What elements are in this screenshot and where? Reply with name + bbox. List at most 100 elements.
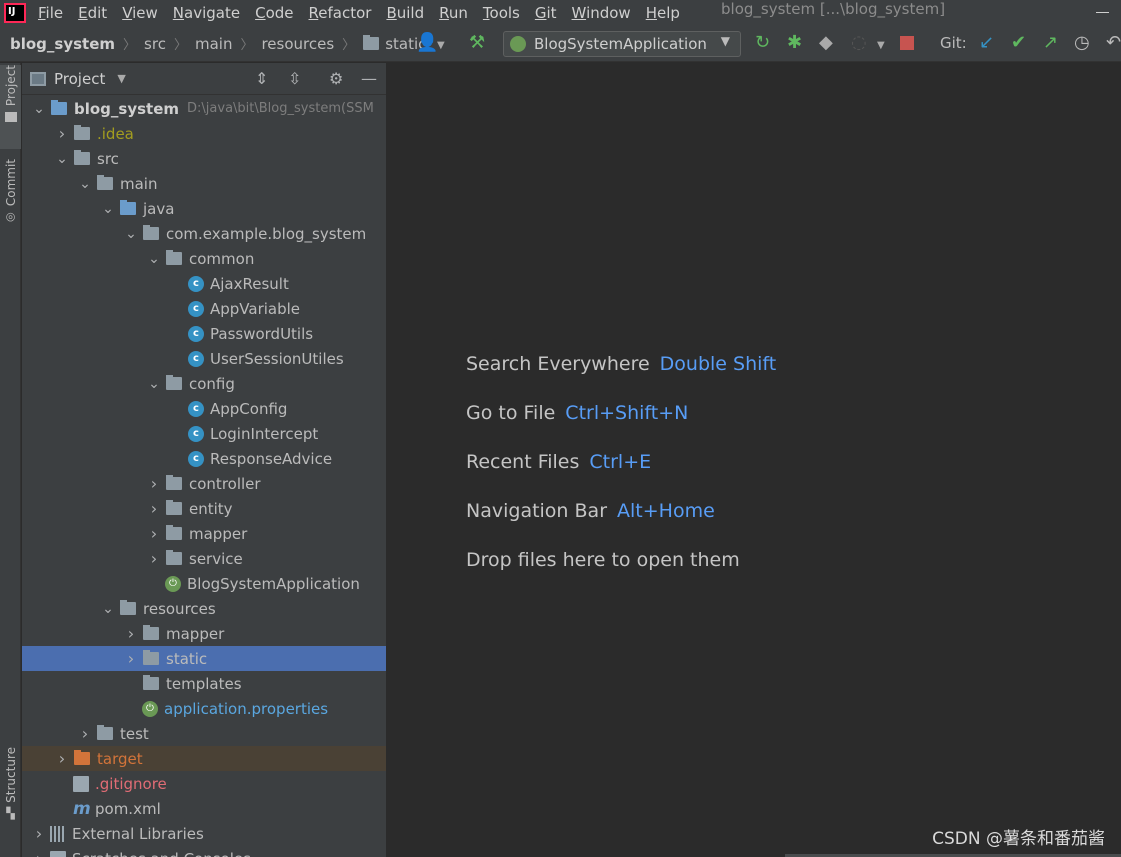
coverage-shield-icon[interactable]: ◆ bbox=[819, 33, 833, 53]
tree-node[interactable]: c AjaxResult bbox=[22, 271, 386, 296]
tool-tab-structure-label: Structure bbox=[3, 747, 18, 803]
menu-item-build[interactable]: Build bbox=[386, 4, 424, 22]
tree-node[interactable]: ⌄ blog_system D:\java\bit\Blog_system(SSM bbox=[22, 96, 386, 121]
git-commit-icon[interactable]: ✔ bbox=[1011, 33, 1026, 53]
gear-icon[interactable]: ⚙ bbox=[329, 69, 343, 88]
stop-icon[interactable] bbox=[900, 36, 914, 50]
menu-item-view[interactable]: View bbox=[122, 4, 158, 22]
menu-item-code[interactable]: Code bbox=[255, 4, 293, 22]
chevron-down-icon[interactable]: ⌄ bbox=[101, 602, 115, 616]
chevron-right-icon[interactable]: › bbox=[78, 724, 92, 743]
tree-node[interactable]: › mapper bbox=[22, 521, 386, 546]
chevron-down-icon[interactable]: ⌄ bbox=[78, 177, 92, 191]
tree-node[interactable]: › target bbox=[22, 746, 386, 771]
expand-all-icon[interactable]: ⇕ bbox=[255, 69, 268, 88]
hide-panel-icon[interactable]: — bbox=[361, 69, 377, 88]
debug-bug-icon[interactable]: ✱ bbox=[787, 33, 802, 53]
library-icon bbox=[50, 825, 66, 842]
breadcrumb-main[interactable]: main bbox=[195, 35, 232, 53]
tree-node[interactable]: ⏻ BlogSystemApplication bbox=[22, 571, 386, 596]
chevron-right-icon[interactable]: › bbox=[147, 474, 161, 493]
menu-item-navigate[interactable]: Navigate bbox=[173, 4, 240, 22]
chevron-right-icon[interactable]: › bbox=[124, 624, 138, 643]
tree-node[interactable]: c LoginIntercept bbox=[22, 421, 386, 446]
tree-node[interactable]: templates bbox=[22, 671, 386, 696]
tree-node[interactable]: c AppConfig bbox=[22, 396, 386, 421]
tree-node[interactable]: › entity bbox=[22, 496, 386, 521]
menu-item-window[interactable]: Window bbox=[572, 4, 631, 22]
project-view-selector[interactable]: Project ▼ bbox=[30, 70, 126, 88]
menu-item-tools[interactable]: Tools bbox=[483, 4, 520, 22]
menu-item-help[interactable]: Help bbox=[646, 4, 680, 22]
tree-node[interactable]: ⌄ main bbox=[22, 171, 386, 196]
breadcrumb-resources[interactable]: resources bbox=[261, 35, 334, 53]
tree-node[interactable]: › static bbox=[22, 646, 386, 671]
tree-node[interactable]: › service bbox=[22, 546, 386, 571]
tree-node[interactable]: c AppVariable bbox=[22, 296, 386, 321]
tree-node[interactable]: ⌄ config bbox=[22, 371, 386, 396]
profiler-icon: ◌ bbox=[851, 32, 867, 53]
menu-item-edit[interactable]: Edit bbox=[78, 4, 107, 22]
chevron-right-icon[interactable]: › bbox=[55, 749, 69, 768]
build-hammer-icon[interactable]: ⚒ bbox=[469, 33, 485, 53]
tool-tab-project[interactable]: Project bbox=[0, 65, 21, 149]
tree-node[interactable]: ⌄ src bbox=[22, 146, 386, 171]
tree-node[interactable]: › mapper bbox=[22, 621, 386, 646]
editor-empty-area[interactable]: Search Everywhere Double Shift Go to File… bbox=[387, 63, 1121, 857]
menu-item-git[interactable]: Git bbox=[535, 4, 557, 22]
breadcrumb-project[interactable]: blog_system bbox=[10, 35, 115, 53]
menu-item-run[interactable]: Run bbox=[439, 4, 468, 22]
git-push-icon[interactable]: ↗ bbox=[1043, 33, 1058, 53]
tree-node[interactable]: ⌄ common bbox=[22, 246, 386, 271]
menu-label: uild bbox=[396, 4, 425, 22]
tree-node[interactable]: ⌄ resources bbox=[22, 596, 386, 621]
chevron-down-icon[interactable]: ▼ bbox=[437, 36, 445, 56]
history-clock-icon[interactable]: ◷ bbox=[1074, 33, 1090, 53]
chevron-right-icon[interactable]: › bbox=[32, 849, 46, 857]
rerun-icon[interactable]: ↻ bbox=[755, 33, 770, 53]
chevron-right-icon[interactable]: › bbox=[124, 649, 138, 668]
tree-node[interactable]: › Scratches and Consoles bbox=[22, 846, 386, 857]
tree-node-label: PasswordUtils bbox=[210, 324, 314, 343]
tree-node[interactable]: › controller bbox=[22, 471, 386, 496]
chevron-right-icon[interactable]: › bbox=[55, 124, 69, 143]
chevron-right-icon[interactable]: › bbox=[147, 524, 161, 543]
tree-node[interactable]: .gitignore bbox=[22, 771, 386, 796]
chevron-right-icon[interactable]: › bbox=[147, 549, 161, 568]
chevron-down-icon[interactable]: ⌄ bbox=[101, 202, 115, 216]
menu-item-refactor[interactable]: Refactor bbox=[309, 4, 372, 22]
tool-tab-structure[interactable]: Structure ▚ bbox=[0, 747, 21, 820]
chevron-down-icon[interactable]: ⌄ bbox=[147, 252, 161, 266]
tree-node[interactable]: ⌄ java bbox=[22, 196, 386, 221]
chevron-down-icon[interactable]: ▼ bbox=[877, 36, 885, 56]
tree-node[interactable]: ⏻ application.properties bbox=[22, 696, 386, 721]
chevron-down-icon[interactable]: ⌄ bbox=[32, 102, 46, 116]
collapse-all-icon[interactable]: ⇳ bbox=[288, 69, 301, 88]
chevron-right-icon[interactable]: › bbox=[147, 499, 161, 518]
hint-label: Recent Files bbox=[466, 451, 580, 473]
tree-node[interactable]: c UserSessionUtiles bbox=[22, 346, 386, 371]
menu-item-file[interactable]: File bbox=[38, 4, 63, 22]
file-icon bbox=[50, 850, 66, 857]
tree-node[interactable]: m pom.xml bbox=[22, 796, 386, 821]
rollback-icon[interactable]: ↶ bbox=[1106, 33, 1121, 53]
run-configuration-select[interactable]: BlogSystemApplication ▼ bbox=[503, 31, 741, 57]
chevron-down-icon[interactable]: ⌄ bbox=[55, 152, 69, 166]
user-icon[interactable]: 👤 bbox=[416, 33, 438, 53]
chevron-down-icon[interactable]: ⌄ bbox=[147, 377, 161, 391]
minimize-icon[interactable] bbox=[1096, 12, 1109, 13]
chevron-right-icon[interactable]: › bbox=[32, 824, 46, 843]
tree-node-label: static bbox=[166, 649, 208, 668]
breadcrumb-src[interactable]: src bbox=[144, 35, 166, 53]
tool-tab-commit[interactable]: Commit ◎ bbox=[0, 159, 21, 223]
tree-node[interactable]: c ResponseAdvice bbox=[22, 446, 386, 471]
tree-node[interactable]: ⌄ com.example.blog_system bbox=[22, 221, 386, 246]
tree-node[interactable]: › .idea bbox=[22, 121, 386, 146]
tree-node[interactable]: c PasswordUtils bbox=[22, 321, 386, 346]
chevron-down-icon[interactable]: ⌄ bbox=[124, 227, 138, 241]
git-update-icon[interactable]: ↙ bbox=[979, 33, 994, 53]
tree-node[interactable]: › test bbox=[22, 721, 386, 746]
folder-icon bbox=[97, 725, 113, 740]
project-panel-title: Project bbox=[54, 69, 106, 88]
tree-node[interactable]: › External Libraries bbox=[22, 821, 386, 846]
